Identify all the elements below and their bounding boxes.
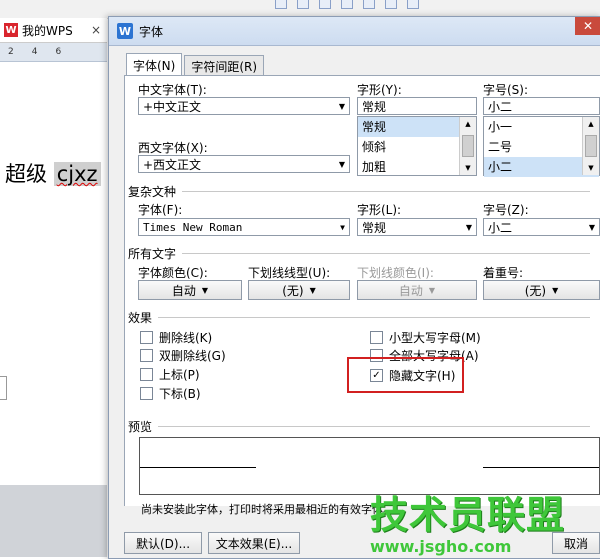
complex-style-select[interactable]: 常规 ▼ <box>357 218 477 236</box>
dialog-close-button[interactable]: ✕ <box>575 17 600 35</box>
wps-logo-icon: W <box>4 23 18 37</box>
complex-section: 复杂文种 <box>128 183 591 200</box>
document-tab[interactable]: W 我的WPS × <box>0 18 107 43</box>
watermark-url: www.jsgho.com <box>370 537 512 556</box>
double-strike-checkbox[interactable]: 双删除线(G) <box>140 347 226 364</box>
document-text-plain: 超级 <box>5 162 47 186</box>
west-font-value: +西文正文 <box>143 157 202 172</box>
emphasis-button[interactable]: (无) ▼ <box>483 280 600 300</box>
complex-font-value: Times New Roman <box>143 220 243 234</box>
style-list[interactable]: 常规 倾斜 加粗 ▲ ▼ <box>357 116 477 176</box>
default-button[interactable]: 默认(D)... <box>124 532 202 554</box>
complex-style-label: 字形(L): <box>357 203 402 217</box>
chevron-down-icon: ▼ <box>201 285 209 295</box>
ruler-mark: 2 <box>8 47 14 57</box>
subscript-checkbox[interactable]: 下标(B) <box>140 385 201 402</box>
chevron-down-icon: ▼ <box>338 101 345 111</box>
document-text-selected: cjxz <box>53 162 101 186</box>
checkbox-box[interactable] <box>370 331 383 344</box>
watermark-name: 技术员联盟 <box>370 493 566 537</box>
preview-section-title: 预览 <box>128 420 153 434</box>
chevron-down-icon: ▼ <box>552 285 559 295</box>
underline-color-button: 自动 ▼ <box>357 280 477 300</box>
ruler-mark: 4 <box>31 47 38 57</box>
underline-color-value: 自动 <box>398 283 423 298</box>
checkbox-box[interactable] <box>140 387 153 400</box>
ruler-mark: 6 <box>55 47 62 57</box>
checkbox-box[interactable] <box>140 349 153 362</box>
cn-font-label: 中文字体(T): <box>138 83 207 97</box>
underline-color-label: 下划线颜色(I): <box>357 266 434 280</box>
effects-section: 效果 <box>128 309 591 326</box>
tab-character-spacing[interactable]: 字符间距(R) <box>184 55 265 76</box>
superscript-checkbox[interactable]: 上标(P) <box>140 366 200 383</box>
font-color-label: 字体颜色(C): <box>138 266 208 280</box>
emphasis-label: 着重号: <box>483 266 524 280</box>
size-input[interactable]: 小二 <box>483 97 600 115</box>
dialog-tabs: 字体(N) 字符间距(R) <box>126 53 266 76</box>
dialog-titlebar[interactable]: W 字体 ✕ <box>109 17 600 46</box>
scrollbar[interactable]: ▲ ▼ <box>459 117 476 175</box>
font-not-installed-note: 尚未安装此字体，打印时将采用最相近的有效字体。 <box>141 503 394 516</box>
style-input[interactable]: 常规 <box>357 97 477 115</box>
chevron-down-icon: ▼ <box>428 285 436 295</box>
style-label: 字形(Y): <box>357 83 402 97</box>
effects-section-title: 效果 <box>128 311 153 325</box>
tab-font[interactable]: 字体(N) <box>126 53 183 76</box>
cn-font-select[interactable]: +中文正文 ▼ <box>138 97 350 115</box>
font-color-button[interactable]: 自动 ▼ <box>138 280 242 300</box>
checkbox-box[interactable] <box>140 331 153 344</box>
complex-size-select[interactable]: 小二 ▼ <box>483 218 600 236</box>
chevron-down-icon: ▼ <box>588 222 595 232</box>
complex-size-value: 小二 <box>488 220 513 235</box>
cn-font-value: +中文正文 <box>143 99 202 114</box>
underline-type-button[interactable]: (无) ▼ <box>248 280 350 300</box>
complex-font-label: 字体(F): <box>138 203 183 217</box>
chevron-down-icon: ▼ <box>340 222 345 232</box>
toolbar-buttons[interactable] <box>275 0 475 11</box>
underline-type-label: 下划线线型(U): <box>248 266 331 280</box>
complex-style-value: 常规 <box>362 220 387 235</box>
all-text-section: 所有文字 <box>128 245 591 262</box>
double-strike-label: 双删除线(G) <box>159 349 226 363</box>
document-frame <box>0 376 7 400</box>
checkbox-box[interactable] <box>140 368 153 381</box>
size-list[interactable]: 小一 二号 小二 ▲ ▼ <box>483 116 600 177</box>
document-margin <box>0 485 107 557</box>
document-page[interactable] <box>0 62 107 482</box>
document-text[interactable]: 超级 cjxz <box>5 158 101 188</box>
west-font-select[interactable]: +西文正文 ▼ <box>138 155 350 173</box>
close-tab-icon[interactable]: × <box>91 23 101 37</box>
chevron-down-icon: ▼ <box>465 222 472 232</box>
text-effect-button[interactable]: 文本效果(E)... <box>208 532 300 554</box>
watermark: 技术员联盟 www.jsgho.com <box>370 484 565 556</box>
complex-size-label: 字号(Z): <box>483 203 529 217</box>
wps-app-icon: W <box>117 23 133 39</box>
size-label: 字号(S): <box>483 83 529 97</box>
underline-type-value: (无) <box>282 283 304 298</box>
preview-section: 预览 <box>128 418 591 435</box>
emphasis-value: (无) <box>524 283 547 298</box>
subscript-label: 下标(B) <box>159 387 201 401</box>
strikethrough-checkbox[interactable]: 删除线(K) <box>140 329 212 346</box>
complex-font-select[interactable]: Times New Roman ▼ <box>138 218 350 236</box>
complex-section-title: 复杂文种 <box>128 185 177 199</box>
chevron-down-icon: ▼ <box>309 285 316 295</box>
strikethrough-label: 删除线(K) <box>159 331 213 345</box>
all-text-section-title: 所有文字 <box>128 247 177 261</box>
ruler: 2 4 6 <box>0 43 107 62</box>
font-color-value: 自动 <box>171 283 196 298</box>
superscript-label: 上标(P) <box>159 368 200 382</box>
small-caps-checkbox[interactable]: 小型大写字母(M) <box>370 329 481 346</box>
west-font-label: 西文字体(X): <box>138 141 208 155</box>
highlight-box <box>347 357 464 393</box>
small-caps-label: 小型大写字母(M) <box>389 331 481 345</box>
chevron-down-icon: ▼ <box>338 159 345 169</box>
scrollbar[interactable]: ▲ ▼ <box>582 117 599 175</box>
dialog-title: 字体 <box>139 24 164 39</box>
document-tab-label: 我的WPS <box>22 23 73 38</box>
